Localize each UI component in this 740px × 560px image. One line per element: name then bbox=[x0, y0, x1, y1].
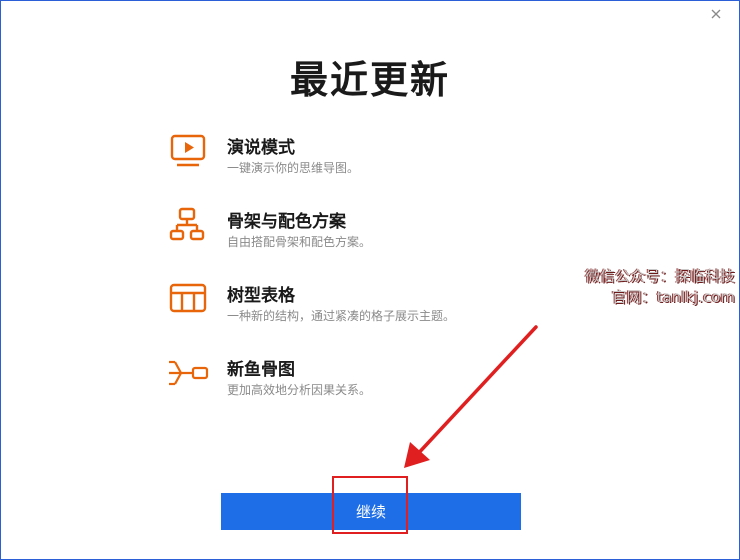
feature-description: 更加高效地分析因果关系。 bbox=[227, 383, 372, 397]
feature-description: 一种新的结构，通过紧凑的格子展示主题。 bbox=[227, 309, 456, 323]
close-button[interactable] bbox=[707, 5, 725, 23]
close-icon bbox=[711, 9, 721, 19]
table-icon bbox=[169, 283, 207, 313]
feature-presentation-mode: 演说模式 一键演示你的思维导图。 bbox=[167, 131, 587, 187]
skeleton-icon bbox=[169, 207, 205, 241]
feature-title: 演说模式 bbox=[227, 138, 295, 158]
feature-skeleton-color: 骨架与配色方案 自由搭配骨架和配色方案。 bbox=[167, 205, 587, 261]
feature-title: 骨架与配色方案 bbox=[227, 212, 346, 232]
watermark-line: 微信公众号：探临科技 bbox=[584, 267, 735, 285]
feature-title: 新鱼骨图 bbox=[227, 360, 295, 380]
feature-fishbone: 新鱼骨图 更加高效地分析因果关系。 bbox=[167, 353, 587, 409]
dialog-title: 最近更新 bbox=[289, 58, 450, 102]
feature-tree-table: 树型表格 一种新的结构，通过紧凑的格子展示主题。 bbox=[167, 279, 587, 335]
watermark-line: 官网：tanlkj.com bbox=[611, 288, 735, 306]
feature-description: 自由搭配骨架和配色方案。 bbox=[227, 235, 372, 249]
feature-title: 树型表格 bbox=[227, 286, 295, 306]
annotation-highlight-box bbox=[332, 476, 408, 534]
fishbone-icon bbox=[169, 360, 209, 386]
presentation-icon bbox=[170, 134, 206, 167]
feature-description: 一键演示你的思维导图。 bbox=[227, 161, 360, 175]
